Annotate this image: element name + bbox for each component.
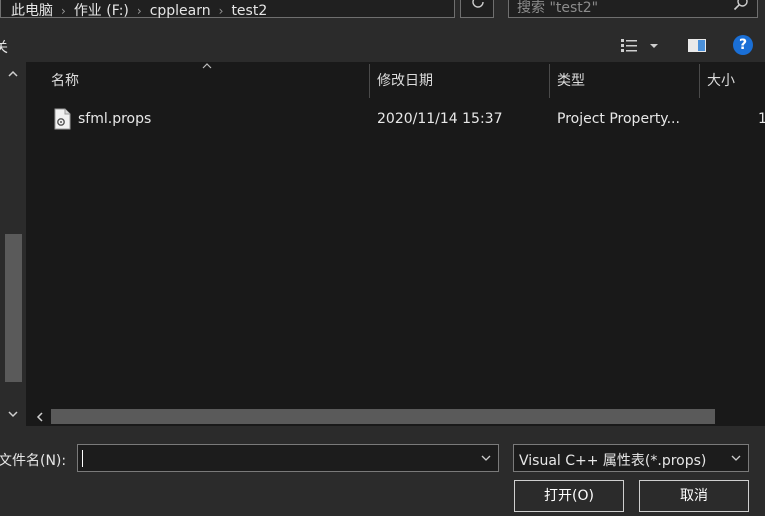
chevron-down-icon[interactable] [730,452,742,464]
filetype-select[interactable]: Visual C++ 属性表(*.props) [513,444,749,472]
file-row[interactable]: sfml.props 2020/11/14 15:37 Project Prop… [26,104,765,134]
chevron-left-icon[interactable] [34,411,46,423]
help-icon: ? [738,37,748,53]
address-toolbar: 此电脑 › 作业 (F:) › cpplearn › test2 搜索 "test2" [0,0,765,30]
chevron-right-icon[interactable]: › [219,4,224,18]
chevron-right-icon[interactable]: › [61,4,66,18]
navigation-pane[interactable] [0,62,26,426]
breadcrumb-test2[interactable]: test2 [231,3,267,19]
help-button[interactable]: ? [733,35,753,55]
details-view-icon [621,39,658,52]
filename-label: 文件名(N): [0,453,67,469]
chevron-up-icon[interactable] [7,68,19,80]
chevron-down-icon[interactable] [7,408,19,420]
column-header-size[interactable]: 大小 [707,62,735,98]
file-type: Project Property... [557,111,680,127]
preview-pane-icon [688,39,706,52]
dialog-footer: 文件名(N): Visual C++ 属性表(*.props) 打开(O) 取消 [0,426,765,516]
chevron-right-icon[interactable]: › [137,4,142,18]
refresh-icon [472,0,484,8]
command-bar: 关 ? [0,30,765,62]
column-divider[interactable] [549,64,550,98]
open-button[interactable]: 打开(O) [514,480,624,512]
file-size: 1 [758,111,765,127]
breadcrumb-this-pc[interactable]: 此电脑 [11,3,53,19]
breadcrumb-drive-f[interactable]: 作业 (F:) [74,3,129,19]
horizontal-scrollbar[interactable] [26,407,765,426]
column-header-name[interactable]: 名称 [51,62,79,98]
file-name[interactable]: sfml.props [78,104,358,134]
organize-menu[interactable]: 关 [0,37,8,57]
cancel-button[interactable]: 取消 [639,480,749,512]
search-box[interactable]: 搜索 "test2" [508,0,758,18]
nav-scrollbar-thumb[interactable] [5,234,22,382]
text-caret [82,450,83,467]
preview-pane-button[interactable] [686,37,708,55]
column-header-type[interactable]: 类型 [557,62,585,98]
change-view-button[interactable] [618,36,662,56]
file-props-icon [54,108,71,130]
search-icon [733,0,748,11]
sort-ascending-icon [202,63,212,69]
address-bar[interactable]: 此电脑 › 作业 (F:) › cpplearn › test2 [0,0,455,20]
filename-input[interactable] [77,444,499,472]
horizontal-scrollbar-thumb[interactable] [51,409,715,424]
file-date: 2020/11/14 15:37 [377,111,503,127]
column-divider[interactable] [699,64,700,98]
file-list[interactable]: 名称 修改日期 类型 大小 sfml.props 2020/11/14 15:3… [26,62,765,407]
filetype-value: Visual C++ 属性表(*.props) [519,453,707,469]
refresh-button[interactable] [460,0,494,18]
column-header-date[interactable]: 修改日期 [377,62,433,98]
search-input[interactable]: 搜索 "test2" [517,0,598,17]
breadcrumb-cpplearn[interactable]: cpplearn [150,3,211,19]
chevron-down-icon[interactable] [480,452,492,464]
column-divider[interactable] [369,64,370,98]
breadcrumb: 此电脑 › 作业 (F:) › cpplearn › test2 [11,0,267,20]
